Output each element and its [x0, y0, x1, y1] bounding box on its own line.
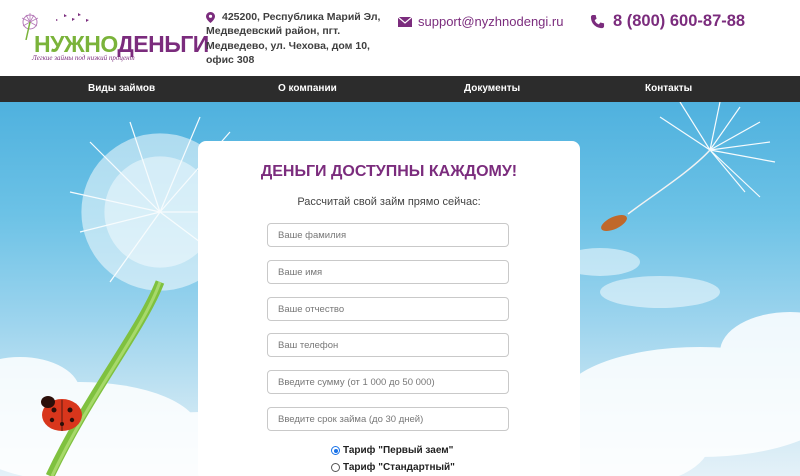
tariff-label: Тариф "Первый заем" — [343, 445, 454, 456]
term-input[interactable] — [267, 407, 509, 431]
address-line-3: Медведево, ул. Чехова, дом 10, — [206, 39, 370, 52]
tariff-option-first-loan[interactable]: Тариф "Первый заем" — [331, 445, 453, 456]
address-line-4: офис 308 — [206, 54, 255, 67]
surname-input[interactable] — [267, 223, 509, 247]
envelope-icon — [398, 16, 412, 27]
tariff-option-standard[interactable]: Тариф "Стандартный" — [331, 462, 455, 473]
address-line-1: 425200, Республика Марий Эл, — [222, 11, 381, 23]
radio-unselected-icon[interactable] — [331, 463, 340, 472]
tariff-label: Тариф "Стандартный" — [343, 462, 455, 473]
location-pin-icon — [206, 12, 215, 23]
radio-selected-icon[interactable] — [331, 446, 340, 455]
nav-item-documents[interactable]: Документы — [464, 76, 520, 102]
form-title: ДЕНЬГИ ДОСТУПНЫ КАЖДОМУ! — [260, 163, 518, 180]
loan-form-card: ДЕНЬГИ ДОСТУПНЫ КАЖДОМУ! Рассчитай свой … — [198, 141, 580, 476]
patronymic-input[interactable] — [267, 297, 509, 321]
phone-number[interactable]: 8 (800) 600-87-88 — [613, 12, 745, 31]
site-logo[interactable]: НУЖНОДЕНЬГИ Легкие займы под низкий проц… — [16, 10, 209, 66]
first-name-input[interactable] — [267, 260, 509, 284]
form-subtitle: Рассчитай свой займ прямо сейчас: — [297, 196, 481, 208]
phone-contact[interactable]: 8 (800) 600-87-88 — [590, 12, 745, 31]
nav-item-contacts[interactable]: Контакты — [645, 76, 692, 102]
phone-icon — [590, 14, 605, 29]
email-contact[interactable]: support@nyzhnodengi.ru — [398, 14, 563, 29]
nav-item-about[interactable]: О компании — [278, 76, 337, 102]
phone-input[interactable] — [267, 333, 509, 357]
logo-tagline: Легкие займы под низкий процент — [32, 54, 135, 62]
email-link[interactable]: support@nyzhnodengi.ru — [418, 14, 563, 29]
site-header: НУЖНОДЕНЬГИ Легкие займы под низкий проц… — [0, 0, 800, 76]
address-line-2: Медведевский район, пгт. — [206, 25, 341, 38]
amount-input[interactable] — [267, 370, 509, 394]
logo-wordmark: НУЖНОДЕНЬГИ — [34, 32, 209, 56]
main-nav: Виды займов О компании Документы Контакт… — [0, 76, 800, 102]
nav-item-loan-types[interactable]: Виды займов — [88, 76, 155, 102]
